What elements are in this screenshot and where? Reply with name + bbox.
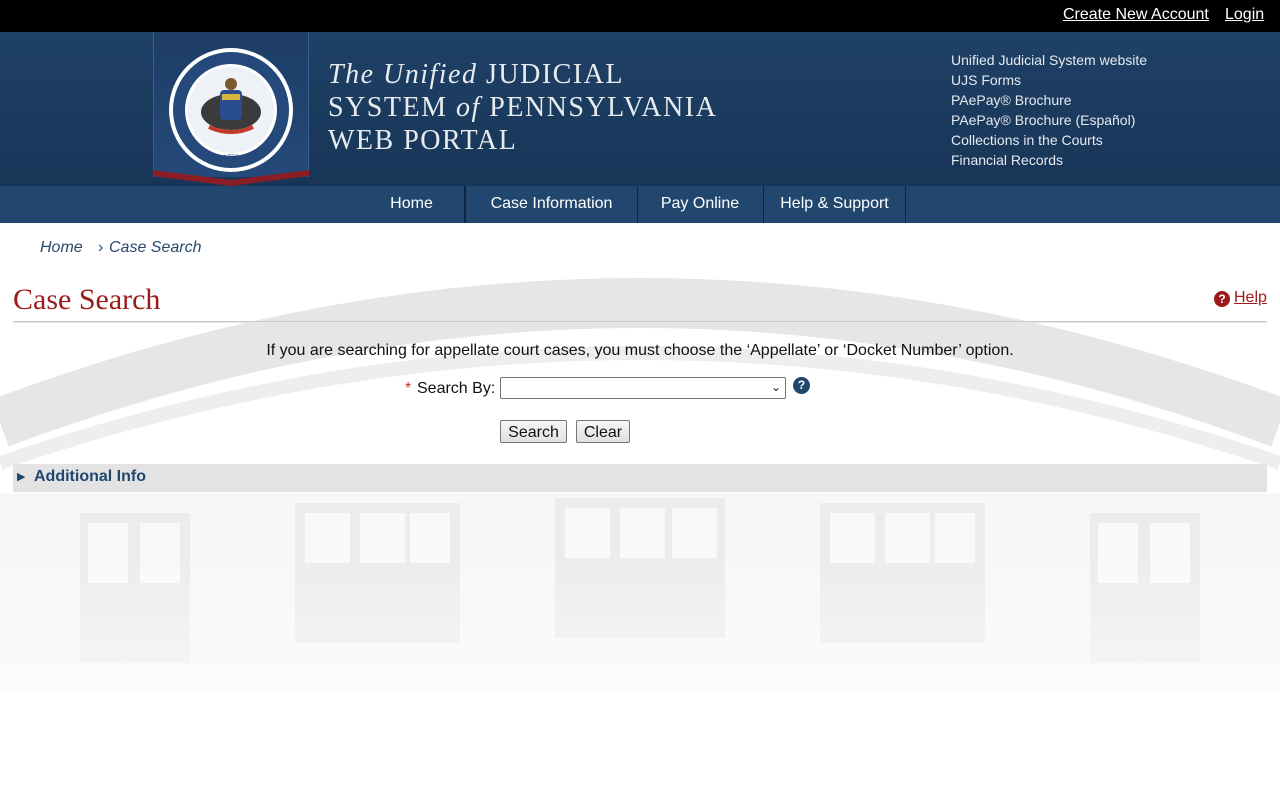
- title-text: PENNSYLVANIA: [489, 92, 718, 123]
- title-italic: of: [455, 92, 481, 123]
- search-by-help-icon[interactable]: ?: [793, 377, 810, 394]
- additional-info-panel[interactable]: ▶ Additional Info: [13, 464, 1267, 492]
- header-links: Unified Judicial System website UJS Form…: [951, 50, 1147, 170]
- title-divider: [13, 321, 1267, 323]
- nav-pay-online[interactable]: Pay Online: [637, 186, 764, 223]
- search-by-label: Search By:: [417, 380, 496, 397]
- create-account-link[interactable]: Create New Account: [1063, 6, 1209, 24]
- financial-records-link[interactable]: Financial Records: [951, 150, 1147, 170]
- appellate-notice: If you are searching for appellate court…: [266, 342, 1014, 359]
- portal-title: The Unified JUDICIAL SYSTEM of PENNSYLVA…: [328, 58, 717, 157]
- ujs-forms-link[interactable]: UJS Forms: [951, 70, 1147, 90]
- additional-info-label[interactable]: Additional Info: [34, 468, 146, 486]
- title-text: WEB PORTAL: [328, 125, 518, 156]
- title-italic: The Unified: [328, 59, 478, 90]
- search-button[interactable]: Search: [500, 420, 567, 443]
- top-bar: Create New Account Login: [0, 0, 1280, 32]
- ujs-website-link[interactable]: Unified Judicial System website: [951, 50, 1147, 70]
- nav-help-support[interactable]: Help & Support: [764, 186, 906, 223]
- breadcrumb-home[interactable]: Home: [40, 239, 83, 257]
- nav-case-information[interactable]: Case Information: [465, 186, 638, 223]
- question-circle-icon: ?: [1214, 291, 1230, 307]
- login-link[interactable]: Login: [1225, 6, 1264, 24]
- paepay-brochure-link[interactable]: PAePay® Brochure: [951, 90, 1147, 110]
- court-seal-logo[interactable]: 1722: [154, 32, 308, 172]
- breadcrumb-separator: ›: [98, 239, 104, 256]
- chevron-down-icon: ⌄: [770, 380, 781, 394]
- collections-link[interactable]: Collections in the Courts: [951, 130, 1147, 150]
- seal-ribbon: [153, 170, 309, 186]
- help-label: Help: [1234, 289, 1267, 306]
- site-header: 1722 The Unified JUDICIAL SYSTEM of PENN…: [0, 32, 1280, 186]
- title-text: JUDICIAL: [486, 59, 624, 90]
- page-title: Case Search: [13, 283, 161, 316]
- search-by-select[interactable]: ⌄: [500, 377, 786, 399]
- breadcrumb-current: Case Search: [109, 239, 202, 256]
- svg-text:1722: 1722: [223, 153, 239, 162]
- main-nav: Home Case Information Pay Online Help & …: [0, 186, 1280, 223]
- seal-banner: 1722: [153, 32, 309, 177]
- expand-arrow-icon: ▶: [17, 471, 26, 483]
- background-building-image: [0, 278, 1280, 800]
- paepay-brochure-es-link[interactable]: PAePay® Brochure (Español): [951, 110, 1147, 130]
- help-link[interactable]: ? Help: [1214, 289, 1267, 307]
- required-marker: *: [405, 380, 412, 397]
- title-text: SYSTEM: [328, 92, 448, 123]
- clear-button[interactable]: Clear: [576, 420, 630, 443]
- nav-home[interactable]: Home: [359, 186, 465, 223]
